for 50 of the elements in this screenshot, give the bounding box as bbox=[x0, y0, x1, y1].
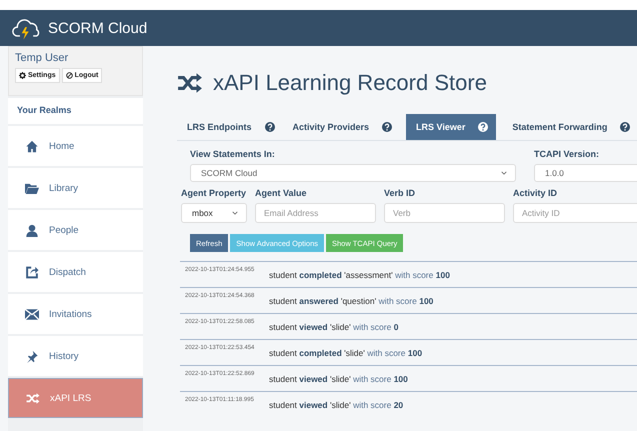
sidebar-item[interactable]: Invitations bbox=[8, 294, 143, 334]
help-icon[interactable] bbox=[382, 122, 392, 132]
statement-text: student completed 'assessment' with score 100 bbox=[269, 270, 450, 280]
tab[interactable]: Statement Forwarding bbox=[502, 114, 637, 140]
shuffle-icon bbox=[26, 392, 40, 404]
dropdown[interactable]: SCORM Cloud bbox=[190, 164, 516, 182]
brand-name: SCORM Cloud bbox=[48, 20, 148, 36]
input-field[interactable]: Verb bbox=[384, 203, 505, 223]
section-heading: Your Realms bbox=[8, 98, 143, 124]
sidebar-item[interactable]: Dispatch bbox=[8, 252, 143, 292]
help-icon[interactable] bbox=[478, 122, 488, 132]
dropdown[interactable]: mbox bbox=[181, 203, 247, 223]
sidebar-item[interactable]: People bbox=[8, 210, 143, 250]
field-label: Agent Value bbox=[255, 188, 308, 198]
statement-text: student answered 'question' with score 100 bbox=[269, 296, 434, 306]
dropdown[interactable]: 1.0.0 bbox=[534, 164, 637, 182]
statement-text: student viewed 'slide' with score 20 bbox=[269, 400, 404, 410]
gear-icon bbox=[19, 72, 26, 79]
field-label: View Statements In: bbox=[190, 149, 276, 159]
user-name: Temp User bbox=[15, 52, 70, 64]
statement-text: student viewed 'slide' with score 0 bbox=[269, 322, 398, 332]
share-icon bbox=[25, 266, 39, 278]
help-icon[interactable] bbox=[264, 122, 274, 132]
envelope-icon bbox=[25, 308, 39, 320]
sidebar-item[interactable]: History bbox=[8, 336, 143, 376]
shuffle-icon bbox=[177, 72, 203, 94]
prohibited-icon bbox=[66, 72, 73, 79]
tab[interactable]: LRS Viewer bbox=[406, 114, 496, 140]
tab[interactable]: Activity Providers bbox=[282, 114, 400, 140]
input-field[interactable]: Email Address bbox=[255, 203, 376, 223]
sidebar-item[interactable]: xAPI LRS bbox=[8, 378, 143, 418]
statement-text: student viewed 'slide' with score 100 bbox=[269, 374, 408, 384]
field-label: TCAPI Version: bbox=[534, 149, 600, 159]
field-label: Agent Property bbox=[181, 188, 247, 198]
field-label: Activity ID bbox=[513, 188, 558, 198]
home-icon bbox=[25, 140, 39, 152]
chevron-down-icon bbox=[501, 171, 507, 175]
person-icon bbox=[25, 224, 39, 236]
input-field[interactable]: Activity ID bbox=[513, 203, 637, 223]
help-icon[interactable] bbox=[620, 122, 630, 132]
pin-icon bbox=[25, 350, 39, 362]
chevron-down-icon bbox=[232, 211, 238, 215]
sidebar-item[interactable]: Library bbox=[8, 168, 143, 208]
field-label: Verb ID bbox=[384, 188, 416, 198]
folder-icon bbox=[25, 182, 39, 194]
sidebar-item[interactable]: Home bbox=[8, 126, 143, 166]
statement-text: student completed 'slide' with score 100 bbox=[269, 348, 422, 358]
tab[interactable]: LRS Endpoints bbox=[177, 114, 282, 140]
cloud-lightning-icon bbox=[12, 16, 42, 40]
page-title: xAPI Learning Record Store bbox=[213, 70, 487, 96]
